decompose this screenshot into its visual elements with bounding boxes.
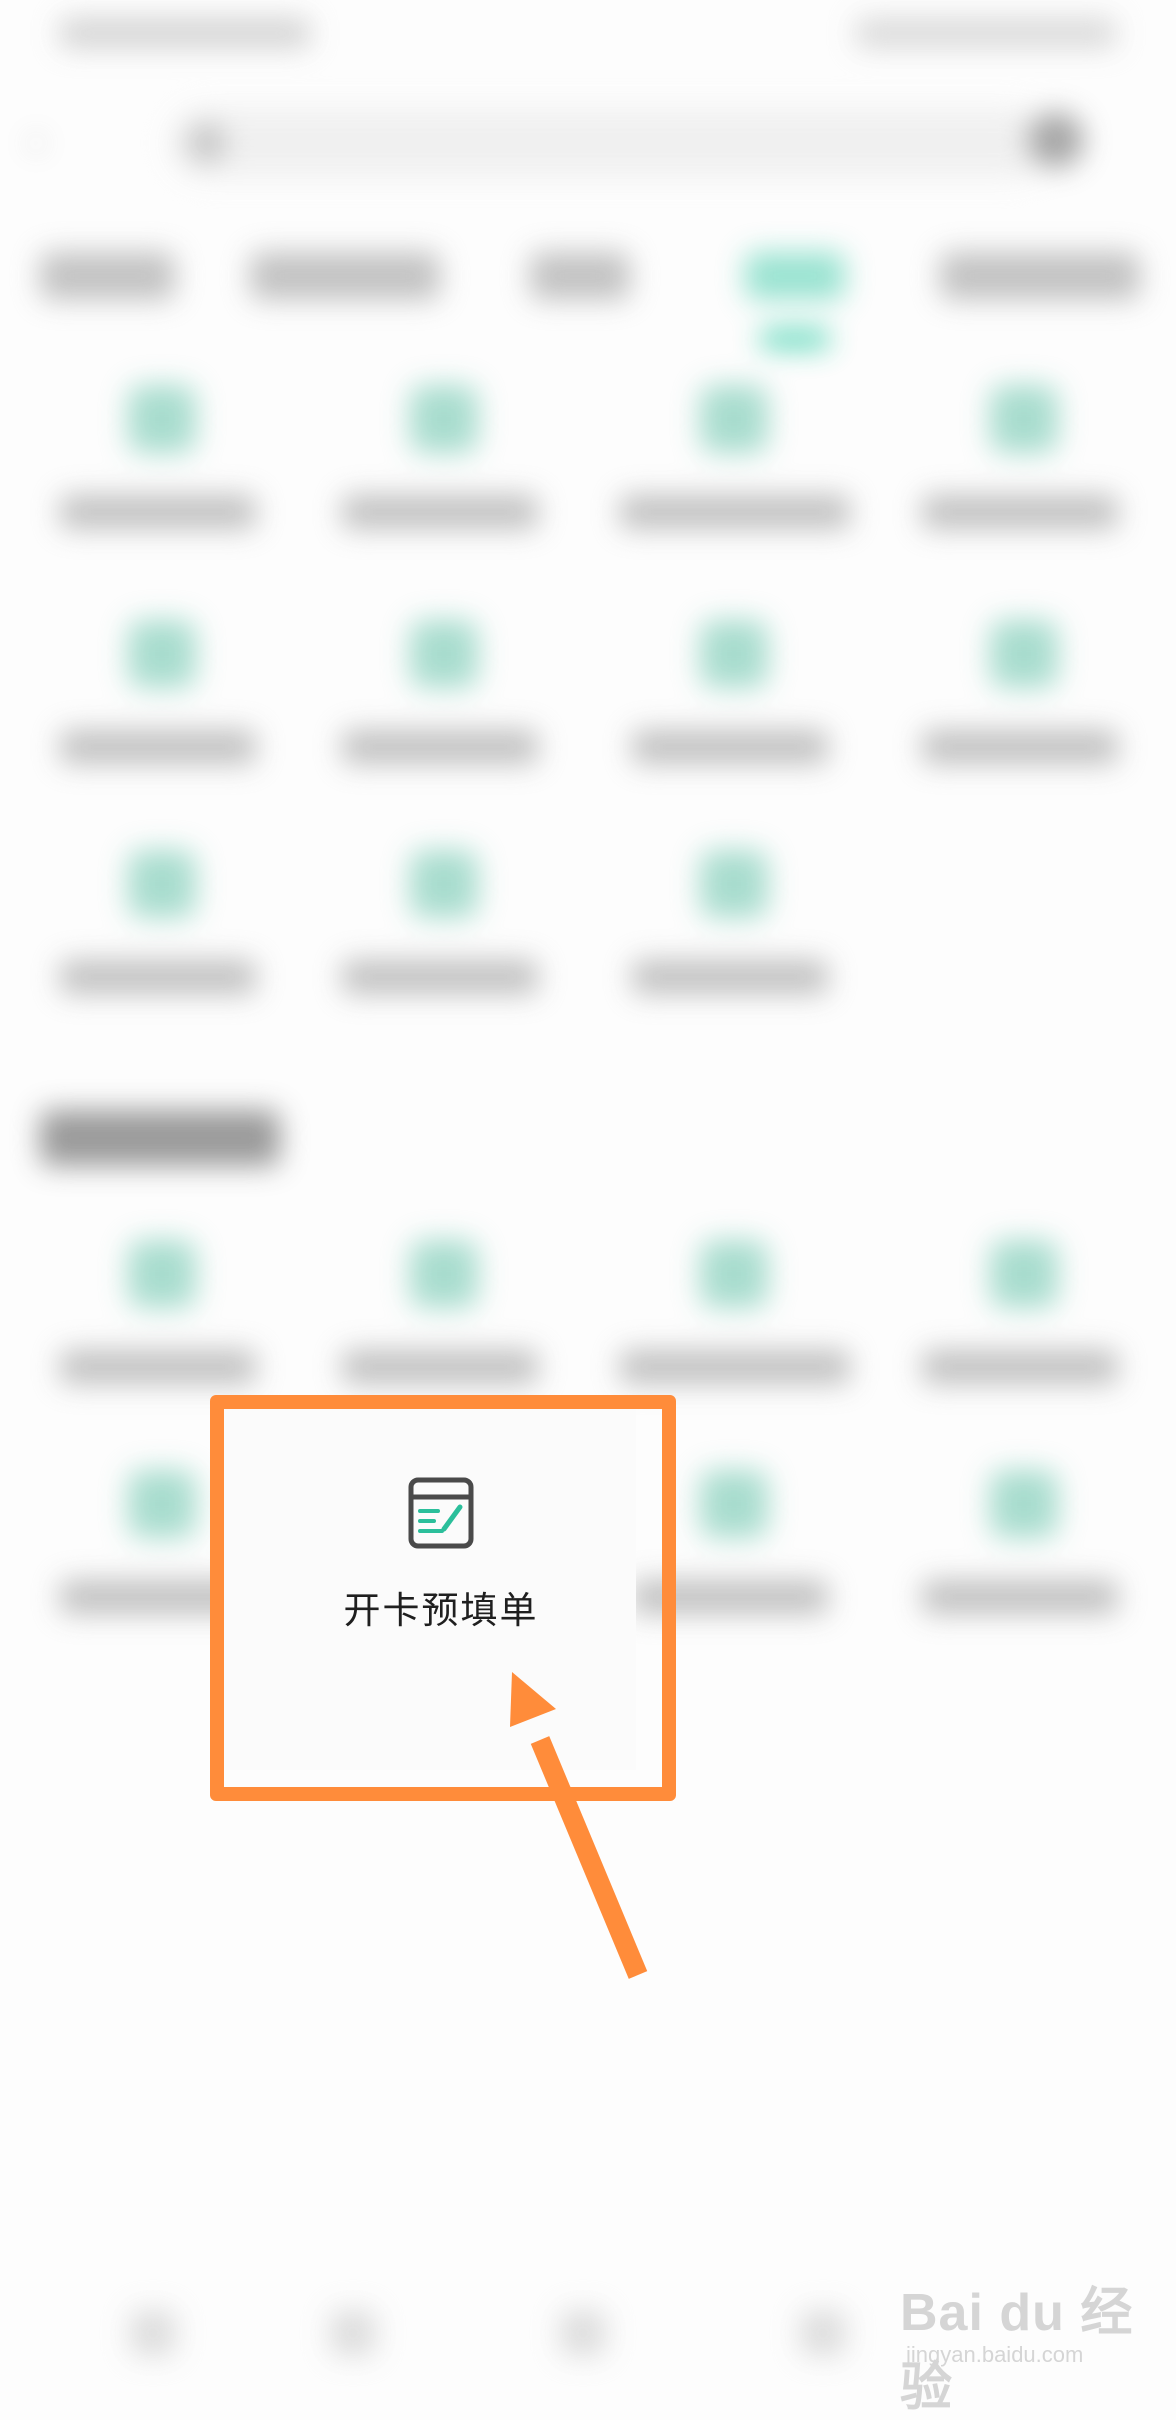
service-label (342, 1350, 538, 1384)
service-icon (700, 385, 768, 453)
service-label (620, 1350, 850, 1384)
nav-item[interactable] (130, 2310, 176, 2356)
service-label (342, 730, 538, 764)
service-label (342, 495, 538, 529)
status-time (60, 18, 310, 48)
service-label (922, 730, 1118, 764)
tab-active[interactable] (745, 252, 845, 300)
service-icon (990, 385, 1058, 453)
section-title (40, 1110, 280, 1166)
service-icon (700, 1240, 768, 1308)
grid-item[interactable] (620, 385, 850, 585)
service-icon (410, 1240, 478, 1308)
highlight-frame (210, 1395, 676, 1801)
service-icon (700, 620, 768, 688)
more-icon[interactable] (1028, 112, 1084, 168)
grid-item[interactable] (620, 850, 840, 1050)
grid-item[interactable] (48, 850, 268, 1050)
grid-item[interactable] (910, 1470, 1130, 1670)
service-icon (128, 1240, 196, 1308)
search-bar[interactable] (170, 108, 1050, 178)
grid-item[interactable] (48, 385, 268, 585)
blurred-background: ‹ (0, 0, 1176, 2400)
service-icon (128, 850, 196, 918)
watermark-url: jingyan.baidu.com (906, 2342, 1084, 2367)
top-bar: ‹ (0, 90, 1176, 190)
service-label (922, 495, 1118, 529)
service-icon (990, 620, 1058, 688)
tab-2[interactable] (250, 252, 440, 300)
back-icon[interactable]: ‹ (28, 122, 68, 162)
service-icon (128, 1470, 196, 1538)
tab-underline (760, 330, 830, 348)
grid-item[interactable] (48, 620, 268, 820)
nav-item[interactable] (560, 2310, 606, 2356)
tab-1[interactable] (40, 252, 175, 300)
service-label (60, 1350, 256, 1384)
grid-item[interactable] (330, 620, 550, 820)
service-icon (410, 385, 478, 453)
status-bar (0, 0, 1176, 70)
service-label (60, 960, 256, 994)
service-icon (700, 1470, 768, 1538)
grid-item[interactable] (330, 850, 550, 1050)
service-icon (128, 385, 196, 453)
watermark: Bai du 经验 jingyan.baidu.com (900, 2270, 1160, 2417)
service-label (620, 495, 850, 529)
nav-item[interactable] (800, 2310, 846, 2356)
service-label (632, 960, 828, 994)
tab-3[interactable] (530, 252, 630, 300)
grid-item[interactable] (910, 1240, 1130, 1440)
service-label (632, 730, 828, 764)
grid-item[interactable] (910, 620, 1130, 820)
tab-5[interactable] (940, 252, 1140, 300)
service-label (60, 495, 256, 529)
service-icon (700, 850, 768, 918)
service-icon (990, 1470, 1058, 1538)
service-icon (410, 620, 478, 688)
service-icon (410, 850, 478, 918)
service-icon (990, 1240, 1058, 1308)
search-icon (188, 124, 226, 162)
status-indicators (856, 18, 1116, 48)
service-label (922, 1580, 1118, 1614)
service-label (922, 1350, 1118, 1384)
nav-item[interactable] (330, 2310, 376, 2356)
service-label (342, 960, 538, 994)
grid-item[interactable] (620, 620, 840, 820)
grid-item[interactable] (330, 385, 550, 585)
service-icon (128, 620, 196, 688)
category-tabs (0, 240, 1176, 360)
service-label (60, 730, 256, 764)
grid-item[interactable] (910, 385, 1130, 585)
